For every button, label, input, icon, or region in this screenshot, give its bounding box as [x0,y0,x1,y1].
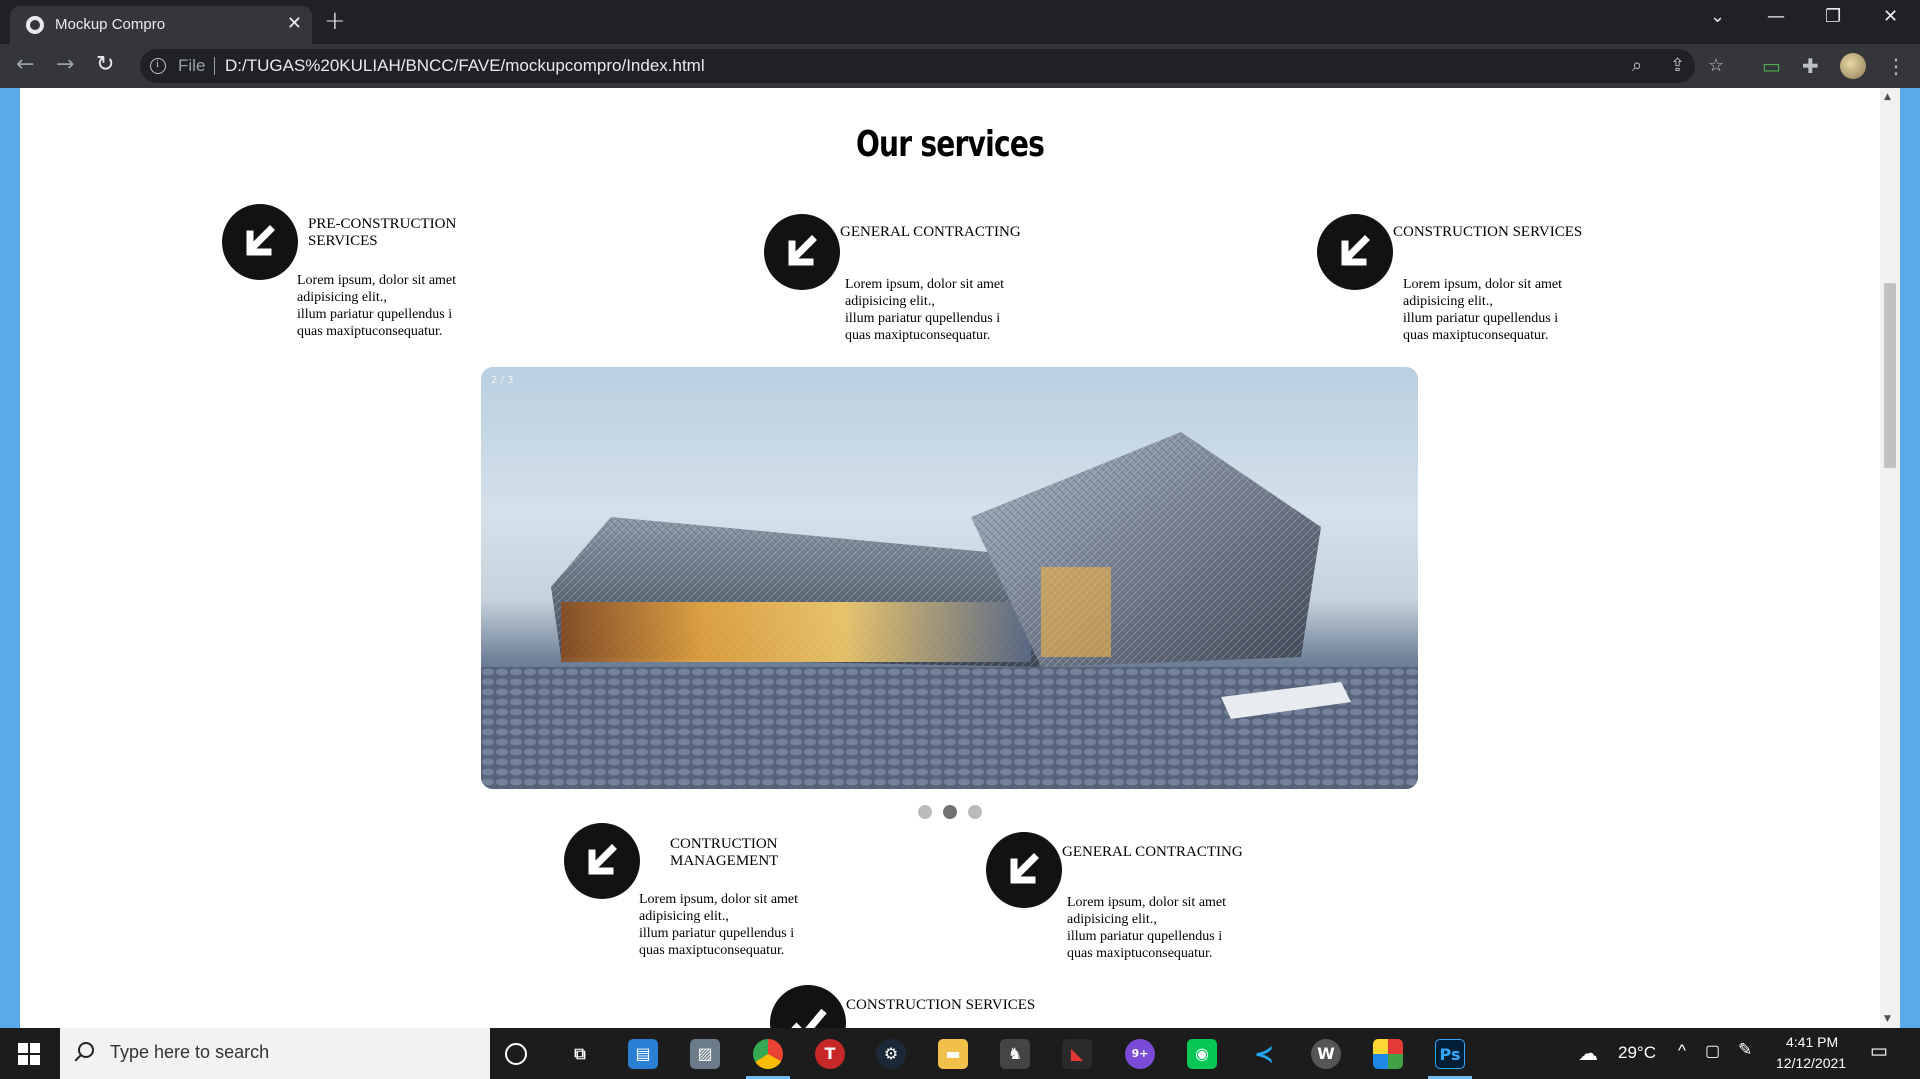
service-title: PRE-CONSTRUCTION SERVICES [308,216,457,249]
service-description: Lorem ipsum, dolor sit amet adipisicing … [297,273,457,339]
slideshow-image[interactable]: 2 / 3 [481,367,1418,789]
windows-taskbar: Type here to search ⧉ ▤ ▨ T ⚙ ▬ ♞ ◣ 9+ ◉… [0,1028,1920,1079]
address-bar[interactable]: File D:/TUGAS%20KULIAH/BNCC/FAVE/mockupc… [140,49,1724,83]
slide-dot-1[interactable] [917,805,932,819]
chrome-icon[interactable] [753,1039,783,1069]
url-text[interactable]: D:/TUGAS%20KULIAH/BNCC/FAVE/mockupcompro… [225,56,705,76]
color-app-icon[interactable] [1373,1039,1403,1069]
extension-icon[interactable]: ▭ [1762,54,1781,78]
zoom-icon[interactable]: ⌕ [1632,55,1642,76]
scroll-up-arrow-icon[interactable]: ▲ [1884,92,1891,102]
restore-button[interactable]: ❐ [1825,6,1841,27]
puzzle-extensions-icon[interactable]: ✚ [1802,54,1819,78]
new-tab-button[interactable]: + [324,6,346,36]
menu-kebab-icon[interactable]: ⋮ [1886,54,1906,78]
cortana-icon[interactable] [505,1043,527,1065]
service-description: Lorem ipsum, dolor sit amet adipisicing … [639,892,799,958]
discord-icon[interactable]: 9+ [1125,1039,1155,1069]
bookmark-star-icon[interactable]: ☆ [1708,55,1724,76]
browser-tab[interactable]: Mockup Compro ✕ [10,6,312,44]
tab-search-chevron-icon[interactable]: ⌄ [1710,6,1725,27]
service-description: Lorem ipsum, dolor sit amet adipisicing … [1067,895,1227,961]
arrow-down-left-icon [986,832,1062,908]
w-app-icon[interactable]: W [1311,1039,1341,1069]
forward-button[interactable]: → [56,52,74,77]
back-button[interactable]: ← [16,52,34,77]
meet-now-icon[interactable]: ▢ [1705,1041,1720,1061]
service-title: CONSTRUCTION SERVICES [846,997,1036,1013]
slide-dot-3[interactable] [968,805,983,819]
line-icon[interactable]: ◉ [1187,1039,1217,1069]
scroll-thumb[interactable] [1884,283,1896,468]
service-title: GENERAL CONTRACTING [1062,844,1243,860]
info-icon[interactable] [150,58,166,74]
arrow-down-left-icon [764,214,840,290]
close-window-button[interactable]: ✕ [1883,6,1898,27]
notification-icon[interactable]: ▭ [1870,1040,1888,1063]
steam-icon[interactable]: ⚙ [876,1039,906,1069]
page-title: Our services [855,124,1045,165]
weather-cloud-icon[interactable]: ☁ [1578,1041,1598,1066]
photoshop-icon[interactable]: Ps [1435,1039,1465,1069]
clock-date[interactable]: 12/12/2021 [1776,1055,1846,1071]
search-placeholder: Type here to search [110,1042,270,1062]
minimize-button[interactable]: — [1767,6,1785,27]
racing-game-icon[interactable]: ◣ [1062,1039,1092,1069]
slide-dot-2[interactable] [943,805,957,819]
clock-time[interactable]: 4:41 PM [1786,1034,1838,1050]
address-separator [214,57,215,75]
profile-avatar[interactable] [1840,53,1866,79]
file-explorer-icon[interactable]: ▬ [938,1039,968,1069]
service-description: Lorem ipsum, dolor sit amet adipisicing … [845,277,1005,343]
service-title: CONTRUCTION MANAGEMENT [670,836,779,869]
scheme-label: File [178,56,206,75]
task-view-icon[interactable]: ⧉ [565,1039,595,1069]
toggl-icon[interactable]: T [815,1039,845,1069]
checkmark-icon [770,985,846,1028]
photos-icon[interactable]: ▨ [690,1039,720,1069]
service-description: Lorem ipsum, dolor sit amet adipisicing … [1403,277,1563,343]
tray-chevron-up-icon[interactable]: ^ [1678,1041,1686,1061]
browser-toolbar: ← → ↻ File D:/TUGAS%20KULIAH/BNCC/FAVE/m… [0,44,1920,88]
pen-icon[interactable]: ✎ [1738,1040,1752,1060]
game-app-icon[interactable]: ♞ [1000,1039,1030,1069]
windows-start-icon[interactable] [18,1043,40,1065]
scroll-down-arrow-icon[interactable]: ▼ [1884,1014,1891,1024]
outlook-icon[interactable]: ▤ [628,1039,658,1069]
page-viewport: Our services PRE-CONSTRUCTION SERVICES L… [20,88,1880,1028]
slideshow-dots [20,804,1880,823]
service-title: CONSTRUCTION SERVICES [1393,224,1583,240]
page-scrollbar[interactable]: ▲ ▼ [1880,88,1900,1028]
vscode-icon[interactable]: ≺ [1249,1039,1279,1069]
building-photo [481,432,1418,789]
share-icon[interactable]: ⇪ [1670,55,1685,76]
search-icon [78,1042,94,1058]
temperature[interactable]: 29°C [1618,1043,1656,1063]
taskbar-search-box[interactable]: Type here to search [60,1028,490,1079]
slide-counter: 2 / 3 [491,375,514,386]
close-tab-icon[interactable]: ✕ [287,13,302,34]
reload-button[interactable]: ↻ [96,52,114,77]
tab-title: Mockup Compro [55,16,166,33]
arrow-down-left-icon [564,823,640,899]
arrow-down-left-icon [1317,214,1393,290]
arrow-down-left-icon [222,204,298,280]
browser-tab-bar: Mockup Compro ✕ + ⌄ — ❐ ✕ [0,0,1920,44]
service-title: GENERAL CONTRACTING [840,224,1021,240]
globe-icon [26,16,44,34]
